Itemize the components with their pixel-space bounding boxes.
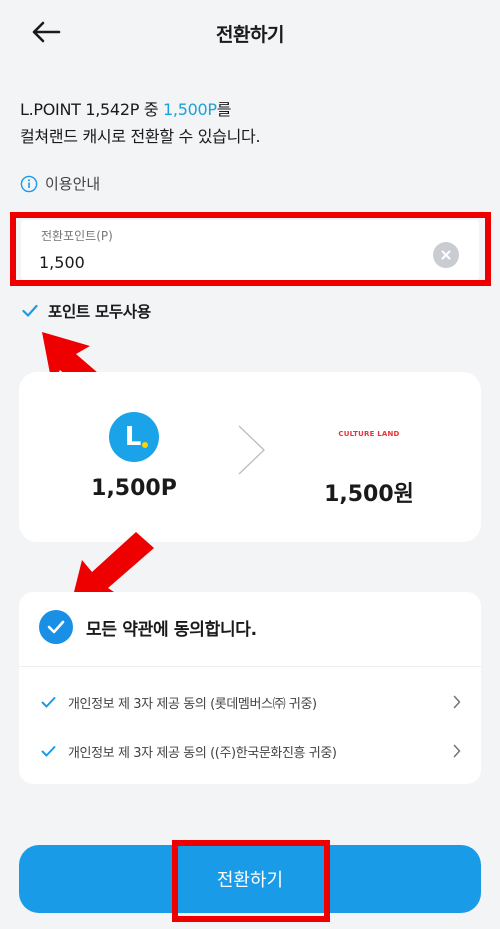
intro-line-2: 컬쳐랜드 캐시로 전환할 수 있습니다. [20,127,261,146]
intro-line-1: L.POINT 1,542P 중 1,500P를 [20,96,260,123]
points-field-label: 전환포인트(P) [41,229,113,243]
lpoint-logo-dot [142,442,148,448]
agree-all-label: 모든 약관에 동의합니다. [86,619,257,640]
culture-land-logo: CULTURE LAND [338,430,400,438]
conversion-card: L CULTURE LAND 1,500P 1,500원 [19,372,481,542]
page-title: 전환하기 [216,24,284,46]
agree-all-checkbox[interactable]: 모든 약관에 동의합니다. [39,610,257,644]
usage-guide-link[interactable]: 이용안내 [20,173,100,194]
checkmark-icon [41,745,56,758]
checkmark-icon [41,696,56,709]
lpoint-logo: L [109,412,159,462]
from-amount: 1,500P [91,476,177,501]
usage-guide-label: 이용안내 [45,175,101,193]
intro-text: L.POINT 1,542P 중 1,500P를 컬쳐랜드 캐시로 전환할 수 … [20,96,261,150]
clear-icon [441,250,451,260]
intro-suffix: 를 [216,100,232,119]
check-circle-icon [39,610,73,644]
terms-divider [19,666,481,667]
to-amount: 1,500원 [324,482,414,507]
info-icon [20,175,38,193]
use-all-points-label: 포인트 모두사용 [48,303,151,321]
chevron-right-icon [453,744,461,758]
header: 전환하기 [0,0,500,64]
intro-prefix: L.POINT 1,542P 중 [20,100,164,119]
points-field[interactable]: 전환포인트(P) [21,220,479,280]
term-item[interactable]: 개인정보 제 3자 제공 동의 ((주)한국문화진흥 귀중) [41,736,461,766]
term-item[interactable]: 개인정보 제 3자 제공 동의 (롯데멤버스㈜ 귀중) [41,687,461,717]
convert-button[interactable]: 전환하기 [19,845,481,913]
checkmark-icon [22,304,38,318]
points-input[interactable] [39,250,419,274]
terms-card: 모든 약관에 동의합니다. 개인정보 제 3자 제공 동의 (롯데멤버스㈜ 귀중… [19,592,481,784]
term-item-label: 개인정보 제 3자 제공 동의 ((주)한국문화진흥 귀중) [68,745,337,761]
intro-accent: 1,500P [163,100,217,119]
term-item-label: 개인정보 제 3자 제공 동의 (롯데멤버스㈜ 귀중) [68,696,317,712]
clear-button[interactable] [433,242,459,268]
chevron-right-icon [453,695,461,709]
lpoint-logo-letter: L [124,422,142,452]
chevron-right-icon [238,425,265,475]
use-all-points-checkbox[interactable]: 포인트 모두사용 [22,300,151,322]
